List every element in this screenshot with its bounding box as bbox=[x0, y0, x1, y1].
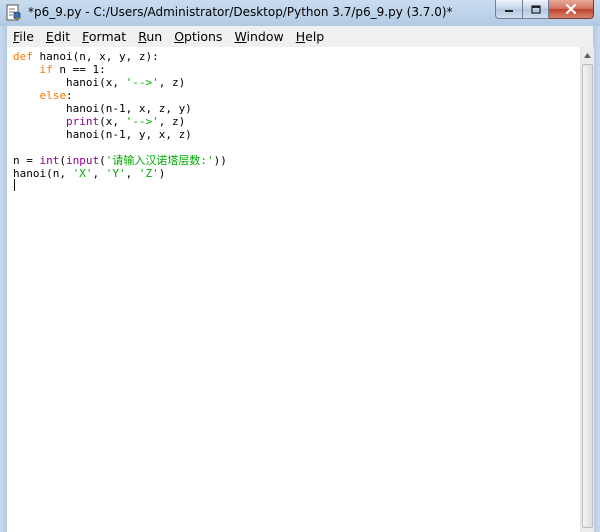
code-line: n = int(input('请输入汉诺塔层数:')) bbox=[13, 154, 227, 167]
idle-editor-window: *p6_9.py - C:/Users/Administrator/Deskto… bbox=[0, 0, 600, 532]
code-token-bi: input bbox=[66, 154, 100, 167]
code-line: hanoi(x, '-->', z) bbox=[13, 76, 185, 89]
code-token: , z) bbox=[158, 76, 186, 89]
menu-format[interactable]: Format bbox=[76, 26, 132, 47]
menu-edit[interactable]: Edit bbox=[40, 26, 76, 47]
menu-mnemonic: W bbox=[234, 29, 247, 44]
code-token: , bbox=[125, 167, 139, 180]
code-text[interactable]: def hanoi(n, x, y, z): if n == 1: hanoi(… bbox=[13, 50, 227, 180]
title-bar[interactable]: *p6_9.py - C:/Users/Administrator/Deskto… bbox=[0, 0, 600, 26]
code-token: (x, bbox=[99, 115, 126, 128]
code-token: n == 1: bbox=[52, 63, 106, 76]
code-token-str: '-->' bbox=[125, 115, 159, 128]
menu-mnemonic: F bbox=[82, 29, 89, 44]
code-token: hanoi(n, bbox=[13, 167, 73, 180]
code-token-kw: def bbox=[13, 50, 33, 63]
menu-label: ormat bbox=[88, 29, 127, 44]
code-token: n = bbox=[13, 154, 40, 167]
code-token-str: '请输入汉诺塔层数:' bbox=[105, 154, 214, 167]
menu-help[interactable]: Help bbox=[290, 26, 331, 47]
code-token-str: '-->' bbox=[125, 76, 159, 89]
python-idle-icon bbox=[6, 4, 21, 21]
code-token: , bbox=[92, 167, 106, 180]
menu-label: ile bbox=[19, 29, 34, 44]
text-cursor bbox=[14, 179, 15, 191]
code-token: , z) bbox=[158, 115, 186, 128]
maximize-icon bbox=[530, 4, 541, 14]
code-editor[interactable]: def hanoi(n, x, y, z): if n == 1: hanoi(… bbox=[7, 47, 580, 532]
code-token-str: 'X' bbox=[72, 167, 93, 180]
window-frame-right bbox=[593, 26, 600, 532]
code-line: print(x, '-->', z) bbox=[13, 115, 185, 128]
code-line: hanoi(n-1, x, z, y) bbox=[13, 102, 192, 115]
menu-label: un bbox=[146, 29, 163, 44]
code-line: hanoi(n-1, y, x, z) bbox=[13, 128, 192, 141]
window-controls bbox=[495, 0, 594, 20]
code-token-str: 'Y' bbox=[105, 167, 126, 180]
code-token-kw: else bbox=[39, 89, 67, 102]
menu-mnemonic: O bbox=[174, 29, 185, 44]
code-token: hanoi(n-1, y, x, z) bbox=[13, 128, 192, 141]
menu-mnemonic: E bbox=[45, 29, 54, 44]
menu-run[interactable]: Run bbox=[132, 26, 168, 47]
scrollbar-thumb[interactable] bbox=[582, 64, 593, 528]
scroll-up-button[interactable] bbox=[581, 47, 594, 63]
code-token: hanoi(n, x, y, z): bbox=[32, 50, 159, 63]
menu-label: dit bbox=[53, 29, 71, 44]
close-icon bbox=[565, 4, 577, 14]
menu-window[interactable]: Window bbox=[228, 26, 289, 47]
chevron-up-icon bbox=[584, 52, 591, 58]
menu-label: ptions bbox=[184, 29, 223, 44]
menu-mnemonic: H bbox=[295, 29, 306, 44]
code-line: if n == 1: bbox=[13, 63, 106, 76]
code-token: ) bbox=[158, 167, 166, 180]
code-line: else: bbox=[13, 89, 73, 102]
code-token-str: 'Z' bbox=[138, 167, 159, 180]
code-token-bi: int bbox=[39, 154, 60, 167]
code-token-kw: if bbox=[39, 63, 53, 76]
minimize-button[interactable] bbox=[495, 0, 523, 19]
window-frame-left bbox=[0, 26, 7, 532]
code-token: ( bbox=[59, 154, 66, 167]
menu-label: elp bbox=[305, 29, 325, 44]
code-token-bi: print bbox=[65, 115, 100, 128]
menu-file[interactable]: File bbox=[7, 26, 40, 47]
menu-bar: File Edit Format Run Options Window Help bbox=[7, 26, 593, 48]
maximize-button[interactable] bbox=[523, 0, 549, 19]
code-line: hanoi(n, 'X', 'Y', 'Z') bbox=[13, 167, 165, 180]
code-token: hanoi(n-1, x, z, y) bbox=[13, 102, 192, 115]
code-line: def hanoi(n, x, y, z): bbox=[13, 50, 159, 63]
code-token: ( bbox=[99, 154, 106, 167]
code-token: : bbox=[66, 89, 73, 102]
window-title: *p6_9.py - C:/Users/Administrator/Deskto… bbox=[28, 5, 453, 19]
menu-options[interactable]: Options bbox=[168, 26, 228, 47]
vertical-scrollbar[interactable] bbox=[580, 47, 594, 532]
menu-label: indow bbox=[246, 29, 284, 44]
code-token: hanoi(x, bbox=[13, 76, 126, 89]
close-button[interactable] bbox=[549, 0, 594, 19]
minimize-icon bbox=[505, 10, 513, 12]
code-token: )) bbox=[213, 154, 227, 167]
